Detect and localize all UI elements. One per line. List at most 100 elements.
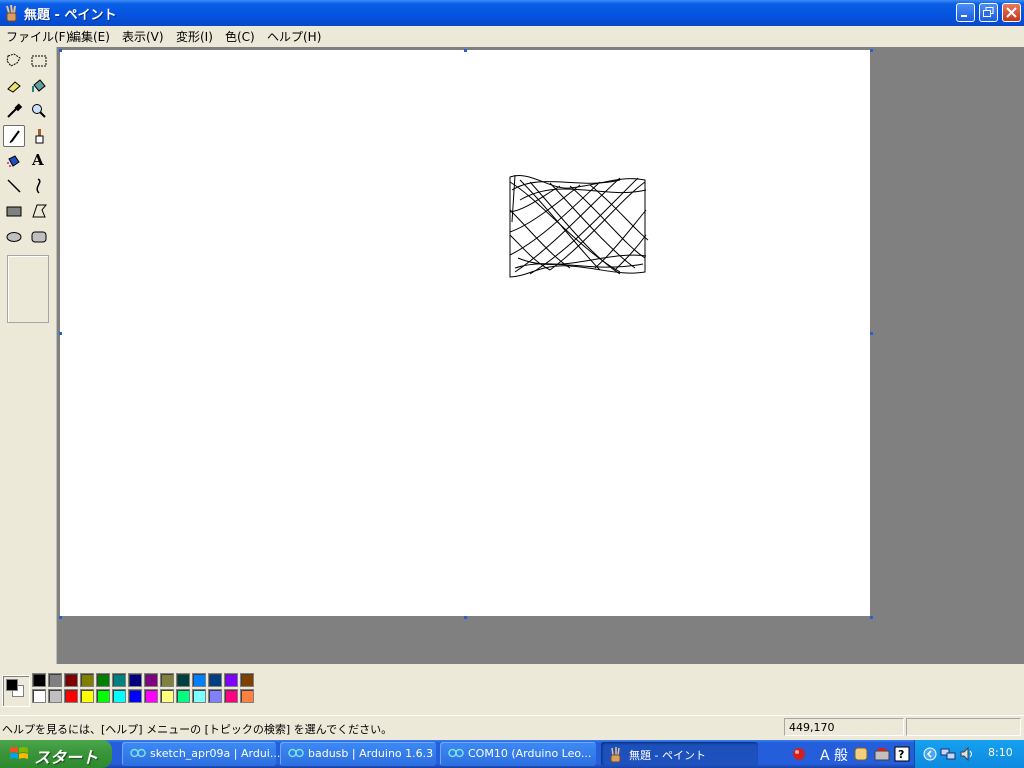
resize-handle-left[interactable] <box>59 332 62 335</box>
palette-color-swatch[interactable] <box>208 673 222 687</box>
start-button[interactable]: スタート <box>0 740 112 768</box>
menu-help[interactable]: ヘルプ(H) <box>267 28 321 45</box>
palette-color-swatch[interactable] <box>192 689 206 703</box>
palette-color-swatch[interactable] <box>96 689 110 703</box>
text-tool[interactable]: A <box>28 150 50 172</box>
rectangle-tool[interactable] <box>3 200 25 222</box>
palette-color-swatch[interactable] <box>144 689 158 703</box>
polygon-tool[interactable] <box>28 200 50 222</box>
svg-text:?: ? <box>898 748 904 761</box>
palette-color-swatch[interactable] <box>128 673 142 687</box>
menu-edit[interactable]: 編集(E) <box>69 28 110 45</box>
menu-colors[interactable]: 色(C) <box>225 28 255 45</box>
color-picker-icon <box>7 103 23 118</box>
close-button[interactable] <box>1002 3 1021 22</box>
palette-color-swatch[interactable] <box>112 689 126 703</box>
tool-options-box[interactable] <box>7 255 49 323</box>
resize-handle-bottom-left[interactable] <box>59 616 62 619</box>
start-label: スタート <box>34 748 99 767</box>
status-help-text: ヘルプを見るには、[ヘルプ] メニューの [トピックの検索] を選んでください。 <box>2 723 393 736</box>
toolbox: A <box>0 47 57 664</box>
resize-handle-bottom-right[interactable] <box>870 616 873 619</box>
palette-color-swatch[interactable] <box>64 689 78 703</box>
color-palette-bar <box>0 664 1024 713</box>
pencil-tool[interactable] <box>3 125 25 147</box>
toolbox-icon[interactable] <box>873 745 891 763</box>
menu-image[interactable]: 変形(I) <box>176 28 213 45</box>
foreground-color[interactable] <box>6 679 18 691</box>
resize-handle-top[interactable] <box>464 49 467 52</box>
restore-button[interactable] <box>979 3 998 22</box>
menu-view[interactable]: 表示(V) <box>122 28 164 45</box>
palette-color-swatch[interactable] <box>48 673 62 687</box>
resize-handle-top-right[interactable] <box>870 49 873 52</box>
title-bar[interactable]: 無題 - ペイント <box>0 0 1024 26</box>
help-icon[interactable]: ? <box>894 745 910 763</box>
volume-icon[interactable] <box>959 746 975 762</box>
ime-icon[interactable] <box>790 745 808 763</box>
taskbar-button-sketch[interactable]: sketch_apr09a | Ardui... <box>122 742 280 766</box>
rect-select-tool[interactable] <box>28 50 50 72</box>
tray-expand-icon[interactable] <box>923 747 937 761</box>
paint-app-icon[interactable] <box>4 4 20 22</box>
arduino-icon <box>130 748 146 758</box>
free-form-select-tool[interactable] <box>3 50 25 72</box>
arduino-icon <box>288 748 304 758</box>
palette-color-swatch[interactable] <box>96 673 110 687</box>
palette-color-swatch[interactable] <box>240 689 254 703</box>
coordinates-value: 449,170 <box>789 721 835 734</box>
magnifier-tool[interactable] <box>28 100 50 122</box>
palette-color-swatch[interactable] <box>192 673 206 687</box>
line-tool[interactable] <box>3 175 25 197</box>
airbrush-icon <box>7 155 20 167</box>
eraser-tool[interactable] <box>3 75 25 97</box>
palette-color-swatch[interactable] <box>32 689 46 703</box>
rounded-rect-tool[interactable] <box>28 225 50 247</box>
brush-tool[interactable] <box>28 125 50 147</box>
palette-color-swatch[interactable] <box>160 673 174 687</box>
drawing-canvas[interactable] <box>60 50 870 616</box>
curve-tool[interactable] <box>28 175 50 197</box>
color-picker-tool[interactable] <box>3 100 25 122</box>
language-bar-icon[interactable] <box>852 745 870 763</box>
taskbar-button-paint[interactable]: 無題 - ペイント <box>601 742 758 766</box>
palette-color-swatch[interactable] <box>208 689 222 703</box>
resize-handle-bottom[interactable] <box>464 616 467 619</box>
palette-color-swatch[interactable] <box>176 689 190 703</box>
palette-color-swatch[interactable] <box>32 673 46 687</box>
palette-color-swatch[interactable] <box>80 689 94 703</box>
palette-color-swatch[interactable] <box>80 673 94 687</box>
taskbar-button-badusb[interactable]: badusb | Arduino 1.6.3 <box>280 742 436 766</box>
taskbar-button-serial-monitor[interactable]: COM10 (Arduino Leo... <box>440 742 596 766</box>
menu-file[interactable]: ファイル(F) <box>6 28 70 45</box>
resize-handle-top-left[interactable] <box>59 49 62 52</box>
taskbar-button-label: 無題 - ペイント <box>629 749 706 762</box>
ime-mode-text[interactable]: A 般 <box>820 745 848 765</box>
palette-color-swatch[interactable] <box>112 673 126 687</box>
resize-handle-right[interactable] <box>870 332 873 335</box>
network-icon[interactable] <box>939 746 957 762</box>
palette-color-swatch[interactable] <box>224 673 238 687</box>
taskbar-button-label: sketch_apr09a | Ardui... <box>150 747 281 760</box>
palette-color-swatch[interactable] <box>64 673 78 687</box>
airbrush-tool[interactable] <box>3 150 25 172</box>
close-icon <box>1006 7 1017 18</box>
ellipse-icon <box>6 232 22 242</box>
current-colors[interactable] <box>2 675 30 707</box>
palette-color-swatch[interactable] <box>224 689 238 703</box>
fill-icon <box>32 79 46 92</box>
rect-select-icon <box>31 55 47 67</box>
palette-color-swatch[interactable] <box>128 689 142 703</box>
minimize-button[interactable] <box>956 3 975 22</box>
palette-color-swatch[interactable] <box>144 673 158 687</box>
ellipse-tool[interactable] <box>3 225 25 247</box>
palette-color-swatch[interactable] <box>160 689 174 703</box>
clock[interactable]: 8:10 <box>988 746 1013 759</box>
palette-color-swatch[interactable] <box>176 673 190 687</box>
palette-color-swatch[interactable] <box>48 689 62 703</box>
palette-color-swatch[interactable] <box>240 673 254 687</box>
taskbar-button-label: badusb | Arduino 1.6.3 <box>308 747 434 760</box>
fill-tool[interactable] <box>28 75 50 97</box>
minimize-icon <box>961 15 967 17</box>
eraser-icon <box>7 81 21 93</box>
